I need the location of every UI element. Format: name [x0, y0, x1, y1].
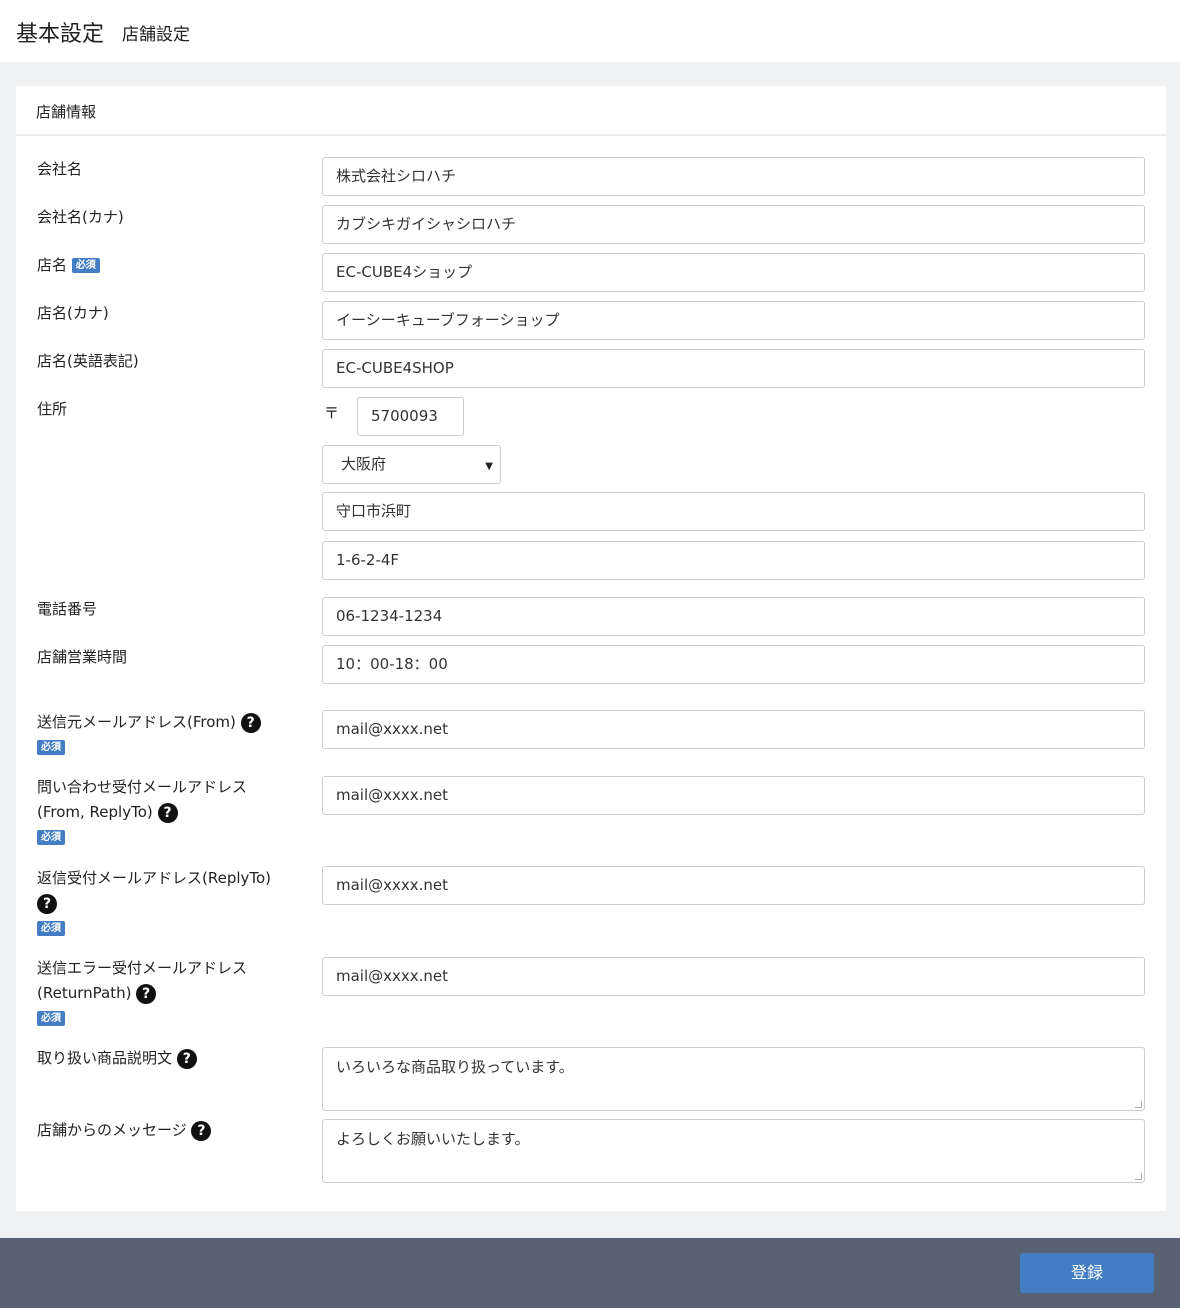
phone-label: 電話番号 — [37, 600, 98, 618]
required-badge: 必須 — [37, 921, 65, 936]
page-title: 基本設定 — [16, 22, 105, 47]
shop-name-input[interactable]: EC-CUBE4ショップ — [322, 253, 1145, 292]
company-kana-input[interactable]: カブシキガイシャシロハチ — [322, 205, 1145, 244]
postal-code-input[interactable]: 5700093 — [357, 397, 464, 436]
help-icon[interactable]: ? — [136, 983, 157, 1004]
email-contact-label-group: 問い合わせ受付メールアドレス (From, ReplyTo) ? 必須 — [37, 775, 247, 850]
email-contact-label-line2: (From, ReplyTo) — [37, 803, 153, 821]
email-contact-label-line1: 問い合わせ受付メールアドレス — [37, 778, 248, 796]
submit-button[interactable]: 登録 — [1020, 1253, 1154, 1293]
phone-input[interactable]: 06-1234-1234 — [322, 597, 1145, 636]
email-error-label-line1: 送信エラー受付メールアドレス — [37, 959, 248, 977]
postal-mark-icon: 〒 — [324, 404, 340, 422]
card-header: 店舗情報 — [16, 86, 1166, 136]
required-badge: 必須 — [37, 740, 65, 755]
email-from-label-group: 送信元メールアドレス(From) ? 必須 — [37, 710, 261, 760]
email-contact-input[interactable]: mail@xxxx.net — [322, 776, 1145, 815]
email-error-label-line2: (ReturnPath) — [37, 984, 132, 1002]
email-error-input[interactable]: mail@xxxx.net — [322, 957, 1145, 996]
shop-name-en-input[interactable]: EC-CUBE4SHOP — [322, 349, 1145, 388]
message-label: 店舗からのメッセージ — [37, 1121, 187, 1139]
help-icon[interactable]: ? — [157, 802, 178, 823]
shop-name-label-group: 店名 必須 — [37, 253, 100, 278]
company-kana-label: 会社名(カナ) — [37, 208, 124, 226]
company-name-input[interactable]: 株式会社シロハチ — [322, 157, 1145, 196]
chevron-down-icon: ▼ — [485, 461, 493, 472]
company-name-label: 会社名 — [37, 160, 83, 178]
prefecture-select[interactable]: 大阪府 ▼ — [322, 445, 501, 484]
good-traded-label-group: 取り扱い商品説明文 ? — [37, 1046, 197, 1071]
prefecture-selected-value: 大阪府 — [341, 455, 387, 473]
shop-name-en-label: 店名(英語表記) — [37, 352, 139, 370]
city-input[interactable]: 守口市浜町 — [322, 492, 1145, 531]
good-traded-label: 取り扱い商品説明文 — [37, 1049, 173, 1067]
email-from-input[interactable]: mail@xxxx.net — [322, 710, 1145, 749]
help-icon[interactable]: ? — [176, 1048, 197, 1069]
required-badge: 必須 — [37, 830, 65, 845]
help-icon[interactable]: ? — [240, 712, 261, 733]
page-subtitle: 店舗設定 — [122, 25, 190, 45]
footer-bar: 登録 — [0, 1238, 1180, 1308]
email-from-label: 送信元メールアドレス(From) — [37, 713, 236, 731]
email-replyto-input[interactable]: mail@xxxx.net — [322, 866, 1145, 905]
street-input[interactable]: 1-6-2-4F — [322, 541, 1145, 580]
message-label-group: 店舗からのメッセージ ? — [37, 1118, 212, 1143]
help-icon[interactable]: ? — [37, 893, 57, 914]
business-hours-input[interactable]: 10：00-18：00 — [322, 645, 1145, 684]
email-replyto-label-group: 返信受付メールアドレス(ReplyTo) ? 必須 — [37, 866, 271, 941]
message-textarea[interactable]: よろしくお願いいたします。 — [322, 1119, 1145, 1183]
required-badge: 必須 — [37, 1011, 65, 1026]
card-title: 店舗情報 — [36, 103, 97, 121]
email-error-label-group: 送信エラー受付メールアドレス (ReturnPath) ? 必須 — [37, 956, 247, 1031]
good-traded-textarea[interactable]: いろいろな商品取り扱っています。 — [322, 1047, 1145, 1111]
shop-kana-input[interactable]: イーシーキューブフォーショップ — [322, 301, 1145, 340]
page-header: 基本設定 店舗設定 — [0, 0, 1180, 62]
shop-name-label: 店名 — [37, 256, 68, 274]
business-hours-label: 店舗営業時間 — [37, 648, 128, 666]
required-badge: 必須 — [71, 258, 100, 273]
shop-kana-label: 店名(カナ) — [37, 304, 109, 322]
address-label: 住所 — [37, 400, 68, 418]
help-icon[interactable]: ? — [191, 1120, 212, 1141]
email-replyto-label: 返信受付メールアドレス(ReplyTo) — [37, 869, 272, 887]
